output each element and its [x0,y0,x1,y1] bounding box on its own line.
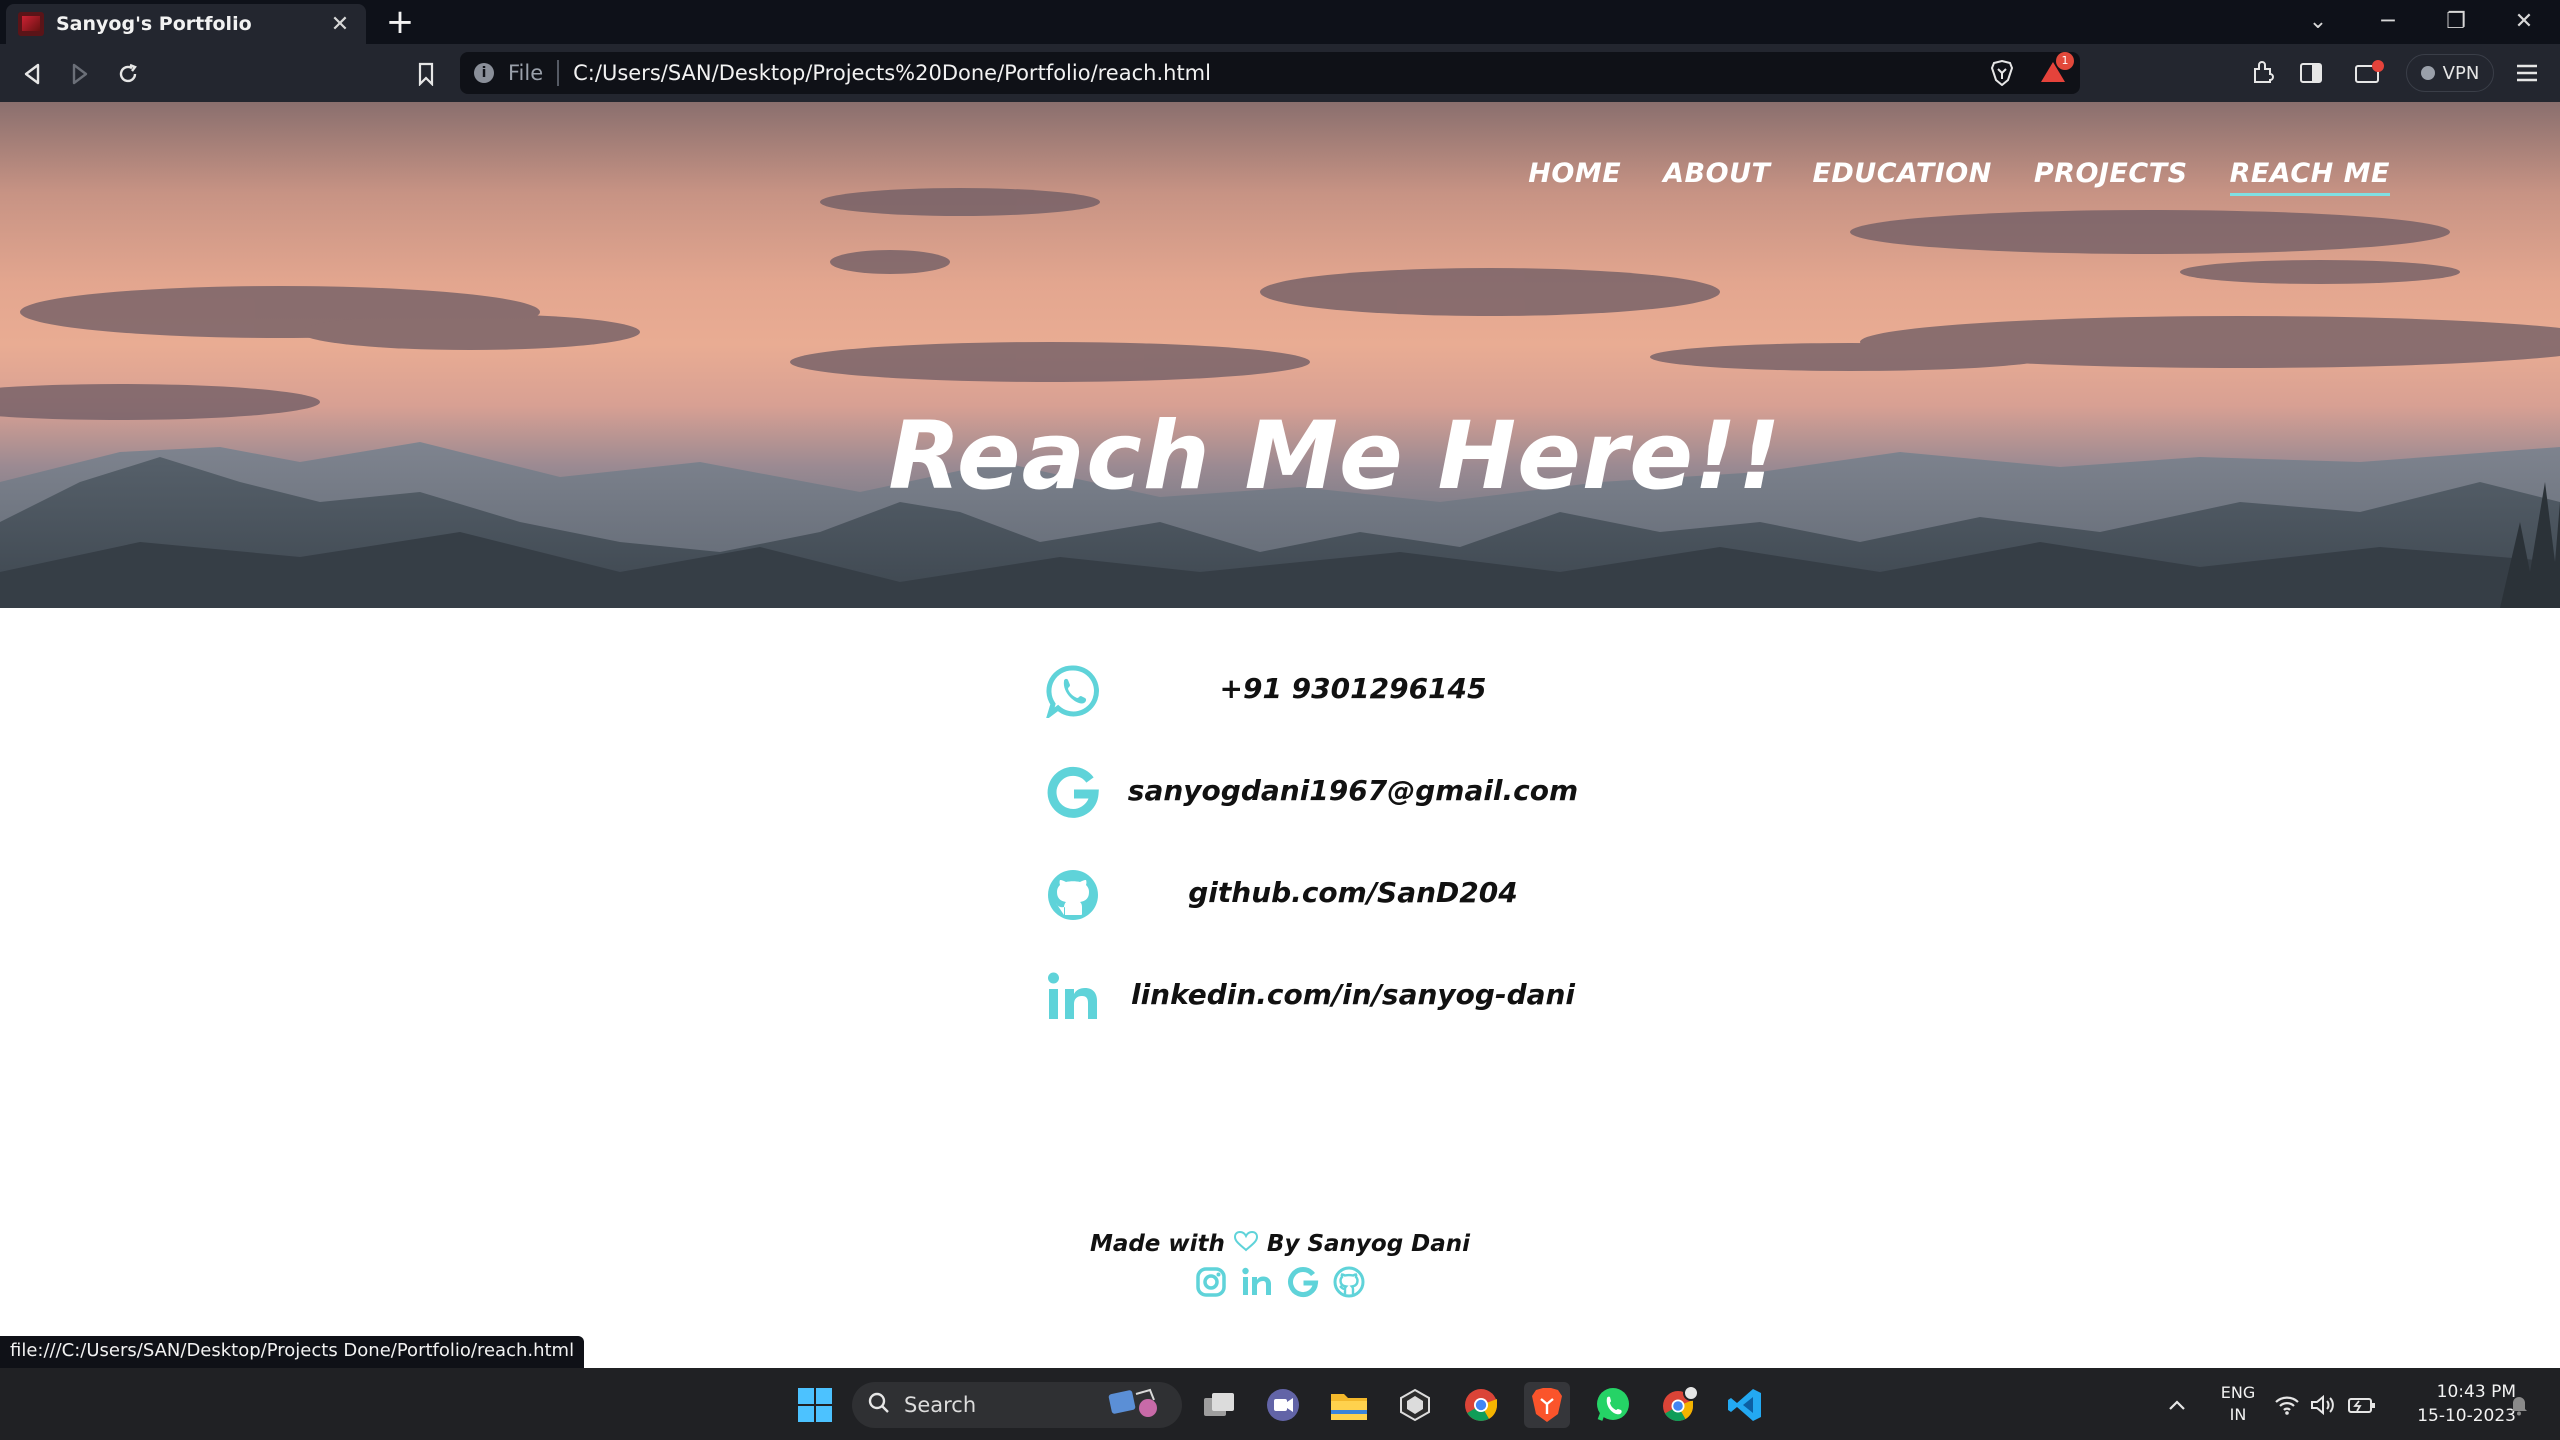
brave-shields-icon[interactable] [1990,59,2014,87]
github-icon [1040,862,1106,928]
teams-meet-icon[interactable] [1260,1382,1306,1428]
rewards-badge: 1 [2056,52,2074,70]
menu-icon[interactable] [2512,58,2542,88]
restore-window-icon[interactable]: ❐ [2428,4,2484,40]
windows-start-icon[interactable] [792,1382,838,1428]
chrome-profile-icon[interactable] [1656,1382,1702,1428]
address-url[interactable]: C:/Users/SAN/Desktop/Projects%20Done/Por… [573,61,1980,85]
lang-region: IN [2229,1405,2247,1424]
volume-icon[interactable] [2306,1382,2340,1428]
github-icon[interactable] [1331,1264,1367,1300]
site-favicon-icon [18,12,44,36]
page-viewport: HOME ABOUT EDUCATION PROJECTS REACH ME R… [0,102,2560,1366]
site-footer: Made with By Sanyog Dani [0,1230,2560,1300]
contact-whatsapp[interactable]: +91 9301296145 [1040,658,1600,728]
address-bar[interactable]: i File C:/Users/SAN/Desktop/Projects%20D… [460,52,2080,94]
google-icon[interactable] [1285,1264,1321,1300]
status-bar-url: file:///C:/Users/SAN/Desktop/Projects Do… [0,1336,585,1368]
footer-social-icons [0,1264,2560,1300]
address-divider [557,60,560,86]
nav-about[interactable]: ABOUT [1663,158,1770,196]
instagram-icon[interactable] [1193,1264,1229,1300]
taskbar: Search ENG IN 10:43 PM 15-10-2023 [0,1368,2560,1440]
bookmark-icon[interactable] [408,56,444,92]
minimize-window-icon[interactable]: ─ [2360,4,2416,40]
contact-text: linkedin.com/in/sanyog-dani [1130,978,1576,1011]
forward-icon[interactable] [62,56,98,92]
google-icon [1040,760,1106,826]
chrome-icon[interactable] [1458,1382,1504,1428]
brave-browser-icon[interactable] [1524,1382,1570,1428]
taskbar-search[interactable]: Search [852,1382,1182,1428]
file-explorer-icon[interactable] [1326,1382,1372,1428]
unity-hub-icon[interactable] [1392,1382,1438,1428]
contact-text: sanyogdani1967@gmail.com [1127,774,1579,807]
reload-icon[interactable] [110,56,146,92]
close-window-icon[interactable]: ✕ [2496,4,2552,40]
address-scheme: File [508,61,544,85]
vpn-button[interactable]: VPN [2406,54,2494,92]
vscode-icon[interactable] [1722,1382,1768,1428]
footer-made-with: Made with [1089,1231,1225,1257]
notification-bell-icon[interactable] [2506,1382,2532,1428]
footer-author: By Sanyog Dani [1266,1231,1471,1257]
tab-title: Sanyog's Portfolio [56,13,252,35]
nav-projects[interactable]: PROJECTS [2034,158,2188,196]
page-title: Reach Me Here!! [888,402,1782,511]
browser-toolbar: i File C:/Users/SAN/Desktop/Projects%20D… [0,44,2560,102]
contact-text: github.com/SanD204 [1188,876,1518,909]
search-placeholder: Search [904,1393,977,1417]
wallet-icon[interactable] [2354,58,2384,88]
nav-home[interactable]: HOME [1528,158,1621,196]
contact-linkedin[interactable]: linkedin.com/in/sanyog-dani [1040,964,1600,1034]
linkedin-icon [1040,964,1106,1030]
whatsapp-app-icon[interactable] [1590,1382,1636,1428]
extensions-icon[interactable] [2248,58,2278,88]
site-nav: HOME ABOUT EDUCATION PROJECTS REACH ME [1528,158,2390,196]
back-icon[interactable] [14,56,50,92]
clock-time: 10:43 PM [2436,1382,2516,1402]
close-tab-icon[interactable]: ✕ [326,12,354,37]
contact-email[interactable]: sanyogdani1967@gmail.com [1040,760,1600,830]
hero-banner: HOME ABOUT EDUCATION PROJECTS REACH ME R… [0,102,2560,608]
task-view-icon[interactable] [1196,1382,1242,1428]
new-tab-button[interactable]: + [382,2,418,42]
browser-tab[interactable]: Sanyog's Portfolio ✕ [6,4,366,44]
browser-tab-strip: Sanyog's Portfolio ✕ + ⌄ ─ ❐ ✕ [0,0,2560,44]
battery-icon[interactable] [2342,1382,2382,1428]
wifi-icon[interactable] [2270,1382,2304,1428]
input-language[interactable]: ENG IN [2216,1382,2260,1426]
tab-search-chevron-icon[interactable]: ⌄ [2290,4,2346,40]
footer-credit: Made with By Sanyog Dani [1090,1230,1470,1258]
site-info-icon[interactable]: i [474,63,494,83]
brave-rewards-icon[interactable]: 1 [2040,52,2074,86]
sidebar-icon[interactable] [2296,58,2326,88]
vpn-label: VPN [2442,62,2480,84]
linkedin-icon[interactable] [1239,1264,1275,1300]
nav-reach-me[interactable]: REACH ME [2229,158,2390,196]
whatsapp-icon [1040,658,1106,724]
nav-education[interactable]: EDUCATION [1812,158,1991,196]
show-hidden-icons[interactable] [2154,1382,2200,1428]
search-icon [868,1392,890,1419]
contact-github[interactable]: github.com/SanD204 [1040,862,1600,932]
heart-icon [1233,1230,1259,1258]
vpn-status-icon [2420,66,2435,80]
taskbar-clock[interactable]: 10:43 PM 15-10-2023 [2396,1380,2516,1428]
search-highlight-icon [1106,1386,1166,1425]
clock-date: 15-10-2023 [2417,1406,2516,1426]
contact-text: +91 9301296145 [1219,672,1487,705]
lang-code: ENG [2220,1383,2256,1402]
